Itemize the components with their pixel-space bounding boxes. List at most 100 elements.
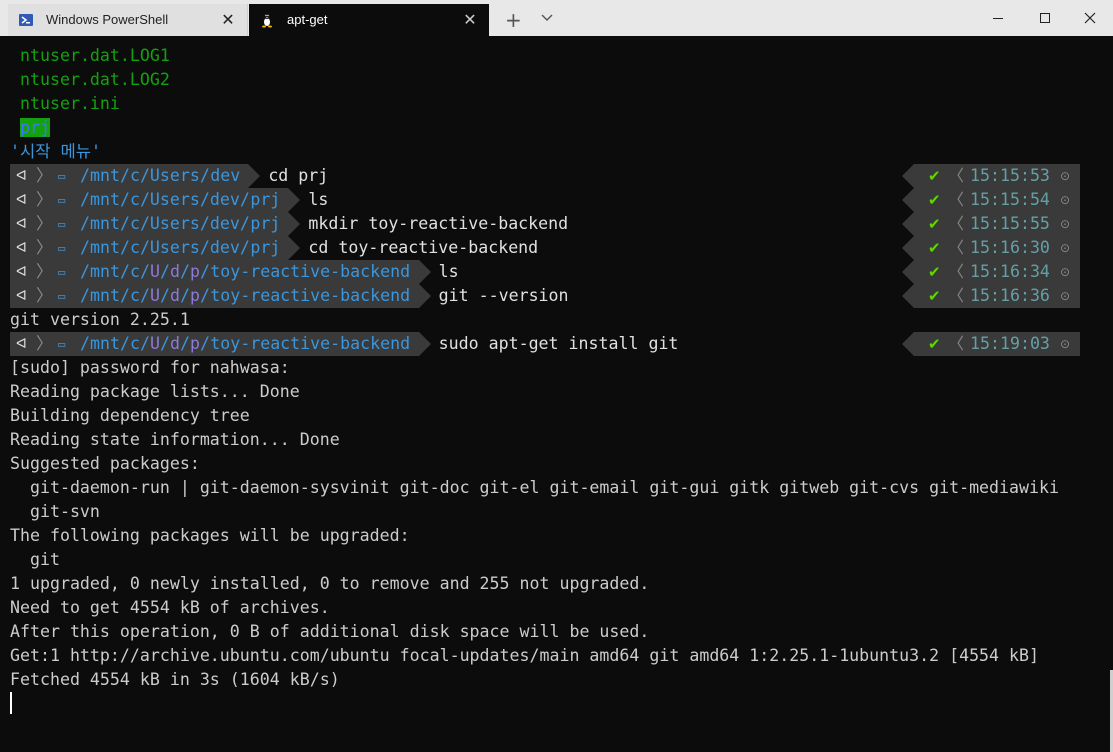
timestamp: 15:16:30 [970,238,1050,257]
timestamp: 15:15:54 [970,190,1050,209]
output-line: Fetched 4554 kB in 3s (1604 kB/s) [10,670,340,689]
clock-icon: ⊙ [1060,217,1071,231]
linux-penguin-icon [262,13,272,28]
command-text: sudo apt-get install git [438,334,679,353]
os-icon: ᐊ [16,168,27,184]
dir-name: prj [20,118,50,137]
prompt-arrow-icon [288,188,301,212]
timestamp: 15:15:55 [970,214,1050,233]
text-cursor [10,692,12,714]
check-icon: ✔ [928,215,941,233]
minimize-button[interactable] [975,0,1021,36]
os-icon: ᐊ [16,192,27,208]
os-icon: ᐊ [16,336,27,352]
prompt-arrow-icon [418,284,431,308]
folder-icon: ▭ [58,241,66,255]
prompt-path: /mnt/c/U/d/p/ [80,262,210,281]
separator-icon: 〉 [36,286,53,305]
separator-icon: 〈 [948,190,965,209]
file-entry: ntuser.dat.LOG2 [20,70,170,89]
output-line: 1 upgraded, 0 newly installed, 0 to remo… [10,574,650,593]
prompt-arrow-icon [902,164,914,188]
timestamp: 15:19:03 [970,334,1050,353]
prompt-arrow-icon [902,332,914,356]
check-icon: ✔ [928,335,941,353]
prompt-arrow-icon [902,260,914,284]
os-icon: ᐊ [16,264,27,280]
chevron-down-icon[interactable] [540,11,554,25]
prompt-arrow-icon [288,236,301,260]
command-text: ls [438,262,459,281]
clock-icon: ⊙ [1060,169,1071,183]
separator-icon: 〈 [948,214,965,233]
separator-icon: 〈 [948,262,965,281]
output-line: After this operation, 0 B of additional … [10,622,650,641]
os-icon: ᐊ [16,216,27,232]
maximize-button[interactable] [1022,0,1068,36]
timestamp: 15:16:34 [970,262,1050,281]
prompt-path: /mnt/c/Users/dev/ [80,238,250,257]
prompt-arrow-icon [902,236,914,260]
folder-icon: ▭ [58,193,66,207]
output-line: git version 2.25.1 [10,310,190,329]
folder-icon: ▭ [58,289,66,303]
separator-icon: 〈 [948,334,965,353]
close-icon [1084,12,1096,24]
new-tab-plus-icon[interactable]: + [505,8,522,32]
command-text: cd prj [268,166,329,185]
prompt-arrow-icon [418,260,431,284]
prompt-arrow-icon [418,332,431,356]
output-line: git-svn [10,502,100,521]
clock-icon: ⊙ [1060,337,1071,351]
output-line: Suggested packages: [10,454,200,473]
tab-powershell[interactable]: Windows PowerShell ✕ [8,4,248,36]
prompt-current-dir: toy-reactive-backend [210,286,411,305]
prompt-current-dir: prj [250,190,281,209]
dir-entry: prj [20,116,50,140]
check-icon: ✔ [928,167,941,185]
command-text: mkdir toy-reactive-backend [308,214,569,233]
prompt-arrow-icon [902,284,914,308]
prompt-current-dir: prj [250,214,281,233]
output-line: Reading state information... Done [10,430,340,449]
clock-icon: ⊙ [1060,193,1071,207]
separator-icon: 〉 [36,334,53,353]
file-entry: ntuser.ini [20,94,120,113]
clock-icon: ⊙ [1060,265,1071,279]
separator-icon: 〉 [36,166,53,185]
folder-icon: ▭ [58,169,66,183]
prompt-path: /mnt/c/Users/ [80,166,210,185]
os-icon: ᐊ [16,288,27,304]
command-text: git --version [438,286,569,305]
close-tab-icon[interactable]: ✕ [219,10,237,30]
check-icon: ✔ [928,287,941,305]
output-line: Building dependency tree [10,406,250,425]
command-text: cd toy-reactive-backend [308,238,539,257]
prompt-path: /mnt/c/Users/dev/ [80,214,250,233]
output-line: [sudo] password for nahwasa: [10,358,290,377]
check-icon: ✔ [928,263,941,281]
prompt-current-dir: dev [210,166,241,185]
tab-label: apt-get [287,12,328,27]
terminal[interactable]: ntuser.dat.LOG1 ntuser.dat.LOG2 ntuser.i… [0,36,1113,752]
separator-icon: 〉 [36,238,53,257]
separator-icon: 〉 [36,214,53,233]
output-line: Reading package lists... Done [10,382,300,401]
timestamp: 15:16:36 [970,286,1050,305]
file-entry: ntuser.dat.LOG1 [20,46,170,65]
minimize-icon [993,18,1003,19]
close-button[interactable] [1067,0,1113,36]
separator-icon: 〈 [948,238,965,257]
prompt-arrow-icon [902,188,914,212]
check-icon: ✔ [928,191,941,209]
prompt-path: /mnt/c/U/d/p/ [80,334,210,353]
separator-icon: 〉 [36,190,53,209]
folder-icon: ▭ [58,337,66,351]
title-bar: Windows PowerShell ✕ apt-get ✕ + [0,0,1113,36]
output-line: git-daemon-run | git-daemon-sysvinit git… [10,478,1059,497]
close-tab-icon[interactable]: ✕ [461,10,479,30]
command-text: ls [308,190,329,209]
prompt-current-dir: prj [250,238,281,257]
prompt-arrow-icon [902,212,914,236]
tab-apt-get[interactable]: apt-get ✕ [249,4,489,36]
